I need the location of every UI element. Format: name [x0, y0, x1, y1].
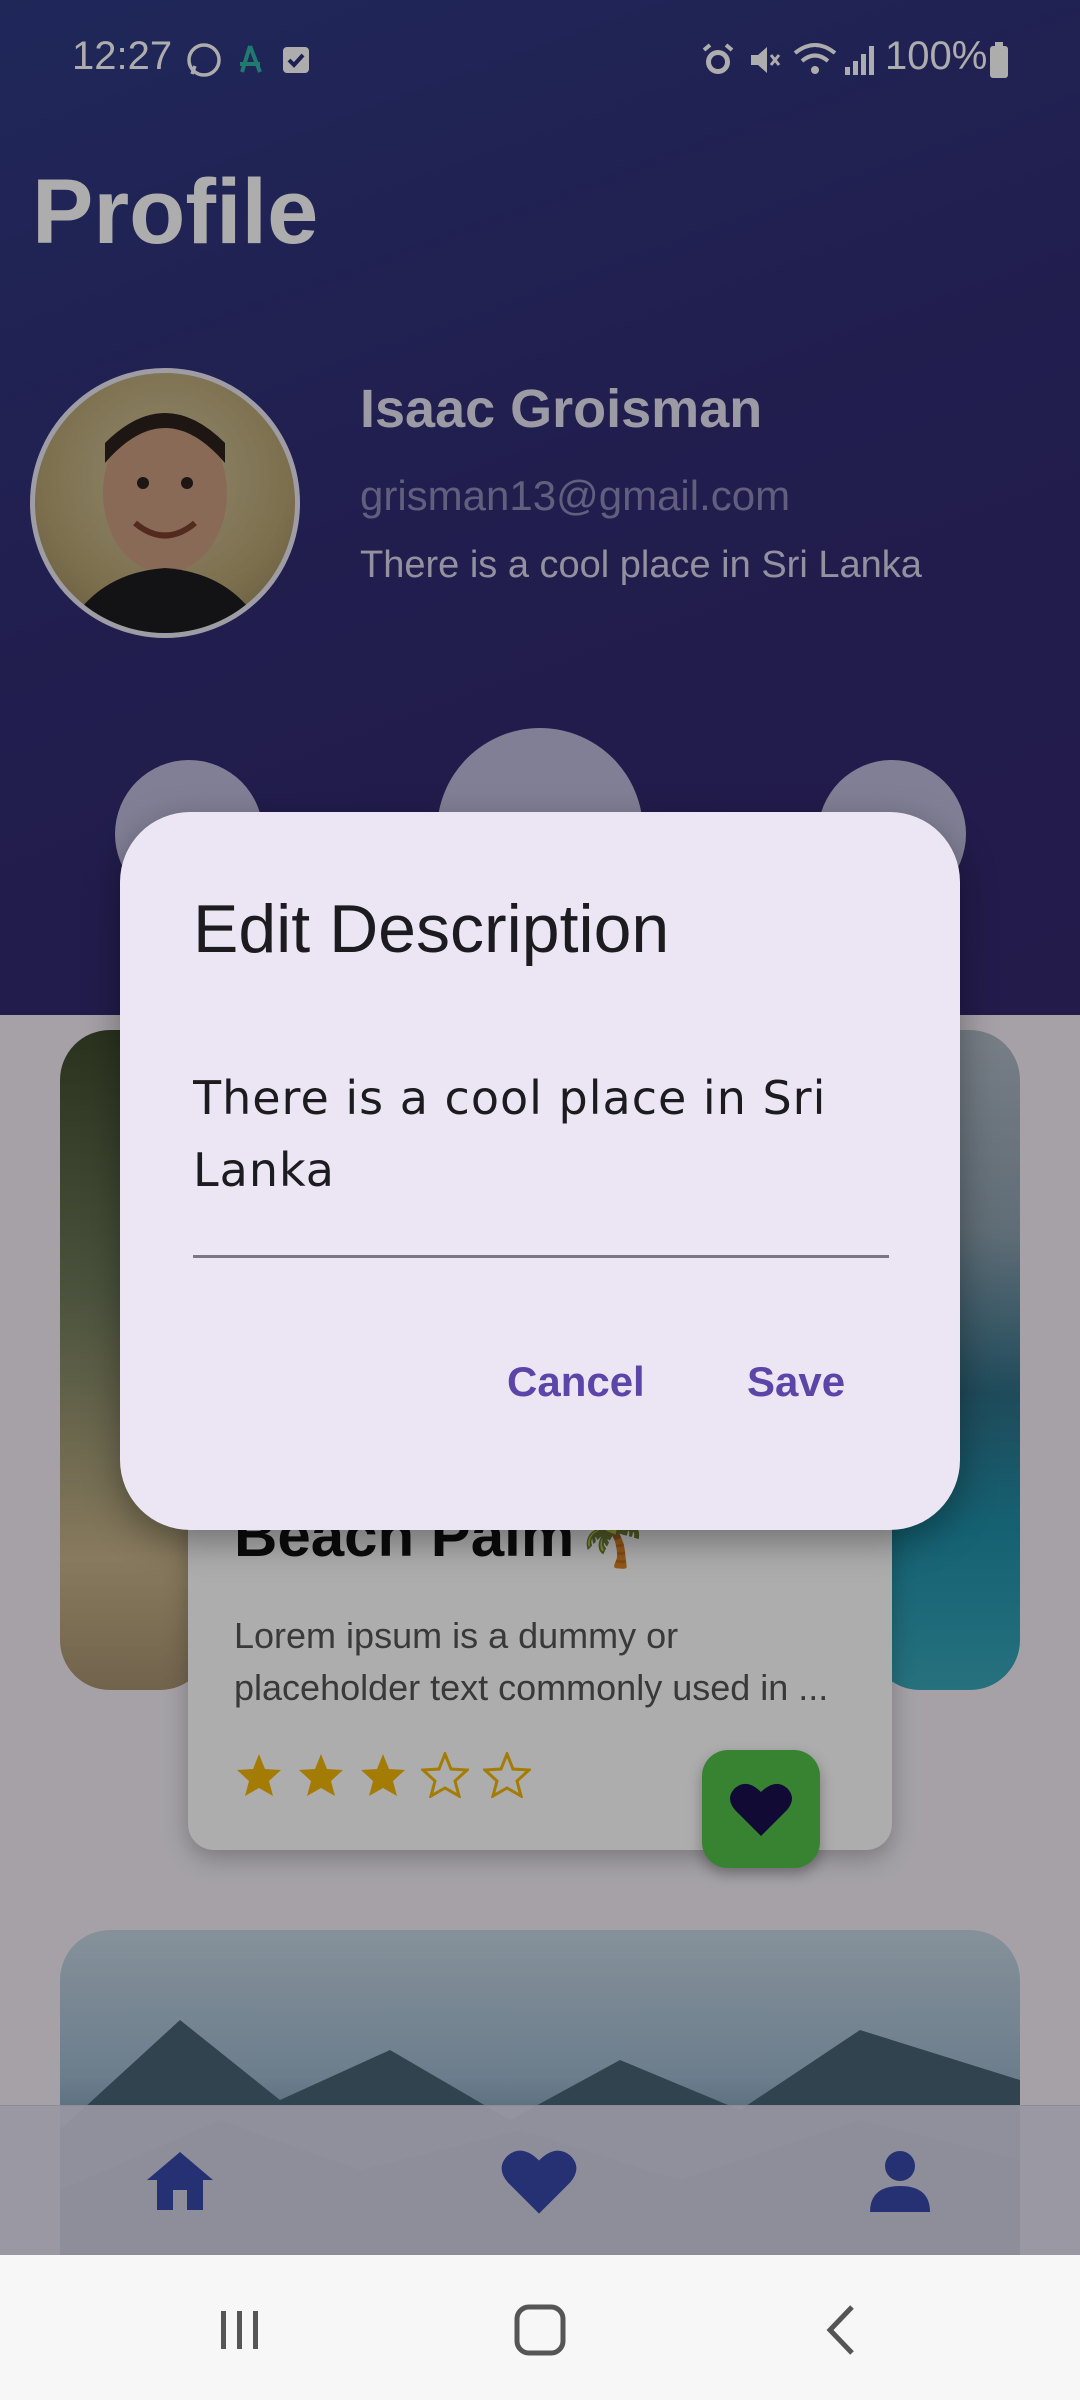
recent-apps-icon: [221, 2311, 258, 2349]
home-square-icon: [514, 2304, 566, 2356]
dialog-title: Edit Description: [193, 891, 670, 967]
cancel-button[interactable]: Cancel: [507, 1358, 645, 1406]
recent-apps-button[interactable]: [200, 2295, 280, 2365]
edit-description-dialog: Edit Description Cancel Save: [120, 812, 960, 1530]
description-input[interactable]: [193, 1062, 889, 1252]
system-navigation-bar: [0, 2255, 1080, 2400]
home-button[interactable]: [500, 2295, 580, 2365]
description-field[interactable]: [193, 1062, 889, 1258]
back-button[interactable]: [802, 2295, 882, 2365]
back-icon: [826, 2305, 854, 2355]
save-button[interactable]: Save: [747, 1358, 845, 1406]
